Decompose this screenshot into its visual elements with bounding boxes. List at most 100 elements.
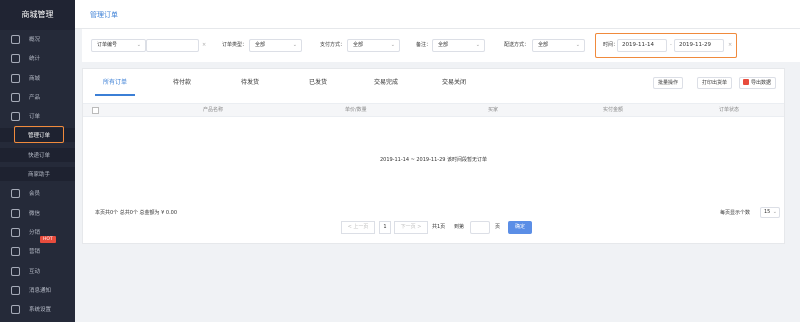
- page-size-value: 15: [764, 209, 771, 215]
- goto-page-input[interactable]: [470, 221, 490, 234]
- sidebar-item-label: 营销: [29, 249, 41, 255]
- highlight-box-time-range: [595, 33, 737, 58]
- gear-icon: [11, 304, 20, 314]
- sidebar-item-overview[interactable]: 概况: [0, 31, 75, 47]
- page-number-1[interactable]: 1: [379, 221, 391, 234]
- tab-pending-payment[interactable]: 待付款: [162, 69, 202, 96]
- column-order-status: 订单状态: [719, 107, 740, 113]
- grid-icon: [11, 92, 20, 102]
- pay-method-value: 全部: [353, 42, 364, 48]
- sidebar-item-label: 商城: [29, 76, 41, 82]
- sidebar-item-label: 订单: [29, 114, 41, 120]
- column-product-name: 产品名称: [203, 107, 224, 113]
- sidebar-item-label: 系统设置: [29, 307, 52, 313]
- export-icon: [743, 79, 749, 85]
- chevron-down-icon: ⌄: [292, 42, 297, 48]
- store-icon: [11, 73, 20, 83]
- page-size-label: 每页显示个数: [720, 210, 751, 216]
- page-size-select[interactable]: 15 ⌄: [760, 207, 780, 218]
- order-no-input[interactable]: [146, 39, 199, 52]
- select-all-checkbox[interactable]: [92, 107, 99, 114]
- user-group-icon: [11, 188, 20, 198]
- order-no-select-value: 订单编号: [97, 42, 118, 48]
- page-title: 管理订单: [90, 11, 118, 19]
- tag-icon: [11, 246, 20, 256]
- delivery-select[interactable]: 全部 ⌄: [532, 39, 585, 52]
- pay-method-label: 支付方式：: [320, 42, 346, 48]
- order-type-select[interactable]: 全部 ⌄: [249, 39, 302, 52]
- sidebar-item-distribution[interactable]: 分销: [0, 224, 75, 240]
- sidebar-item-orders[interactable]: 订单: [0, 108, 75, 124]
- next-page-button[interactable]: 下一页 >: [394, 221, 428, 234]
- tab-shipped[interactable]: 已发货: [298, 69, 338, 96]
- remark-select[interactable]: 全部 ⌄: [432, 39, 485, 52]
- order-type-value: 全部: [255, 42, 266, 48]
- chevron-down-icon: ⌄: [772, 209, 777, 215]
- page-summary: 本页共0个 总共0个 总金额为 ¥ 0.00: [95, 210, 178, 216]
- delivery-label: 配送方式：: [504, 42, 530, 48]
- sidebar-subitem-express-orders[interactable]: 快递订单: [0, 148, 75, 162]
- goto-unit: 页: [495, 224, 501, 230]
- sidebar-item-interaction[interactable]: 互动: [0, 263, 75, 279]
- total-pages: 共1页: [432, 224, 446, 230]
- tab-pending-shipment[interactable]: 待发货: [230, 69, 270, 96]
- remark-value: 全部: [438, 42, 449, 48]
- print-shipping-button[interactable]: 打印出货单: [697, 77, 733, 89]
- column-price-qty: 单价/数量: [345, 107, 367, 113]
- top-bar: 管理订单: [75, 0, 800, 29]
- sidebar-item-products[interactable]: 产品: [0, 89, 75, 105]
- brand-title: 商城管理: [0, 0, 75, 30]
- clipboard-icon: [11, 111, 20, 121]
- chevron-down-icon: ⌄: [475, 42, 480, 48]
- orders-panel: 所有订单 待付款 待发货 已发货 交易完成 交易关闭 批量操作 打印出货单 导出…: [82, 68, 785, 244]
- sidebar-item-label: 概况: [29, 37, 41, 43]
- batch-operation-button[interactable]: 批量操作: [653, 77, 684, 89]
- sidebar-item-store[interactable]: 商城: [0, 70, 75, 86]
- sidebar-item-wechat[interactable]: 微信: [0, 205, 75, 221]
- column-buyer: 买家: [488, 107, 499, 113]
- sidebar-item-label: 互动: [29, 269, 41, 275]
- goto-label: 到第: [454, 224, 465, 230]
- sidebar-item-notifications[interactable]: 消息通知: [0, 282, 75, 298]
- pay-method-select[interactable]: 全部 ⌄: [347, 39, 400, 52]
- wechat-icon: [11, 208, 20, 218]
- remark-label: 备注：: [416, 42, 432, 48]
- order-type-label: 订单类型：: [222, 42, 248, 48]
- share-icon: [11, 227, 20, 237]
- sidebar-item-marketing[interactable]: 营销: [0, 243, 75, 259]
- bell-icon: [11, 285, 20, 295]
- active-tab-underline: [95, 94, 135, 96]
- order-no-select[interactable]: 订单编号 ⌄: [91, 39, 146, 52]
- table-header: 产品名称 单价/数量 买家 实付金额 订单状态: [83, 103, 784, 117]
- highlight-box-manage-orders: [14, 126, 64, 143]
- sidebar: 商城管理 概况 统计 商城 产品 订单 管理订单 快递订单 商家助手 会员 微信…: [0, 0, 75, 322]
- delivery-value: 全部: [538, 42, 549, 48]
- prev-page-button[interactable]: < 上一页: [341, 221, 375, 234]
- sidebar-subitem-merchant-assistant[interactable]: 商家助手: [0, 167, 75, 181]
- sidebar-item-label: 会员: [29, 191, 41, 197]
- export-label: 导出数据: [751, 80, 772, 86]
- sidebar-item-label: 微信: [29, 211, 41, 217]
- column-paid-amount: 实付金额: [603, 107, 624, 113]
- sidebar-item-label: 产品: [29, 95, 41, 101]
- hot-badge: HOT: [40, 236, 56, 243]
- monitor-icon: [11, 34, 20, 44]
- confirm-button[interactable]: 确定: [508, 221, 532, 234]
- export-data-button[interactable]: 导出数据: [739, 77, 777, 89]
- sidebar-item-statistics[interactable]: 统计: [0, 50, 75, 66]
- tab-all-orders[interactable]: 所有订单: [95, 69, 135, 96]
- sidebar-item-label: 分销: [29, 230, 41, 236]
- chevron-down-icon: ⌄: [136, 42, 141, 48]
- empty-table-message: 2019-11-14 ~ 2019-11-29 该时间段暂无订单: [379, 157, 488, 163]
- tab-completed[interactable]: 交易完成: [366, 69, 406, 96]
- chevron-down-icon: ⌄: [390, 42, 395, 48]
- sidebar-item-settings[interactable]: 系统设置: [0, 301, 75, 317]
- tab-closed[interactable]: 交易关闭: [434, 69, 474, 96]
- sidebar-item-label: 统计: [29, 56, 41, 62]
- chevron-down-icon: ⌄: [575, 42, 580, 48]
- sidebar-item-label: 消息通知: [29, 288, 52, 294]
- chart-icon: [11, 53, 20, 63]
- sidebar-item-members[interactable]: 会员: [0, 185, 75, 201]
- chat-icon: [11, 266, 20, 276]
- clear-icon[interactable]: ×: [202, 39, 206, 52]
